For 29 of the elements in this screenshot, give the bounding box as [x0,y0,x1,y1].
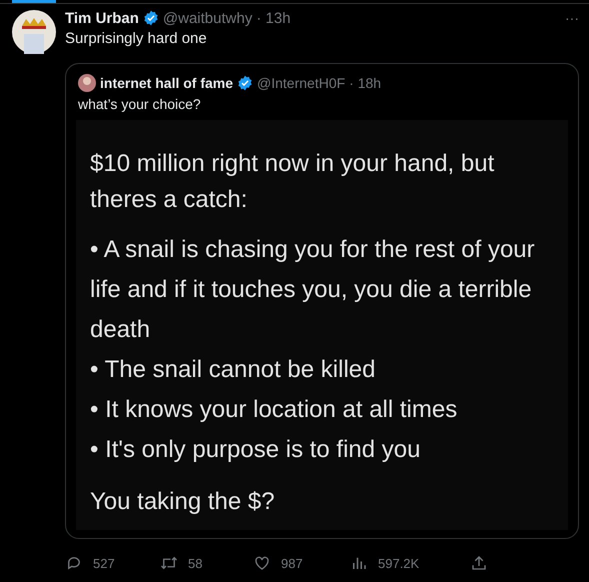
views-button[interactable]: 597.2K [350,554,470,572]
quoted-author-handle[interactable]: @InternetH0F [257,75,346,91]
post-time: · 13h [256,10,291,26]
reply-icon [65,554,83,572]
verified-badge-icon [237,75,254,91]
retweet-button[interactable]: 58 [160,554,253,572]
screenshot-text: You taking the $? [90,487,276,517]
author-name[interactable]: Tim Urban [65,10,139,26]
heart-icon [253,554,271,572]
retweet-icon [160,554,178,572]
bullet-item: • A snail is chasing you for the rest of your life and if it touches you, you die a terrible death [90,235,536,345]
share-icon [470,554,488,572]
screenshot-text: $10 million right now in your hand, but theres a catch: [90,149,496,215]
reply-button[interactable]: 527 [65,554,160,572]
active-tab-indicator [12,0,56,3]
quoted-post-time: · 18h [349,75,382,91]
quoted-post-text: what’s your choice? [77,95,202,112]
like-button[interactable]: 987 [253,554,350,572]
author-handle[interactable]: @waitbutwhy [162,10,252,26]
verified-badge-icon [142,10,159,26]
bullet-item: • It knows your location at all times [90,395,458,425]
post-text: Surprisingly hard one [65,30,208,47]
avatar [78,74,96,92]
quoted-author-name[interactable]: internet hall of fame [100,75,234,91]
bullet-item: • The snail cannot be killed [90,355,376,385]
more-options-icon[interactable]: ··· [565,10,579,26]
bullet-item: • It's only purpose is to find you [90,435,422,465]
avatar[interactable] [12,10,56,54]
quoted-post-card[interactable] [65,63,579,539]
